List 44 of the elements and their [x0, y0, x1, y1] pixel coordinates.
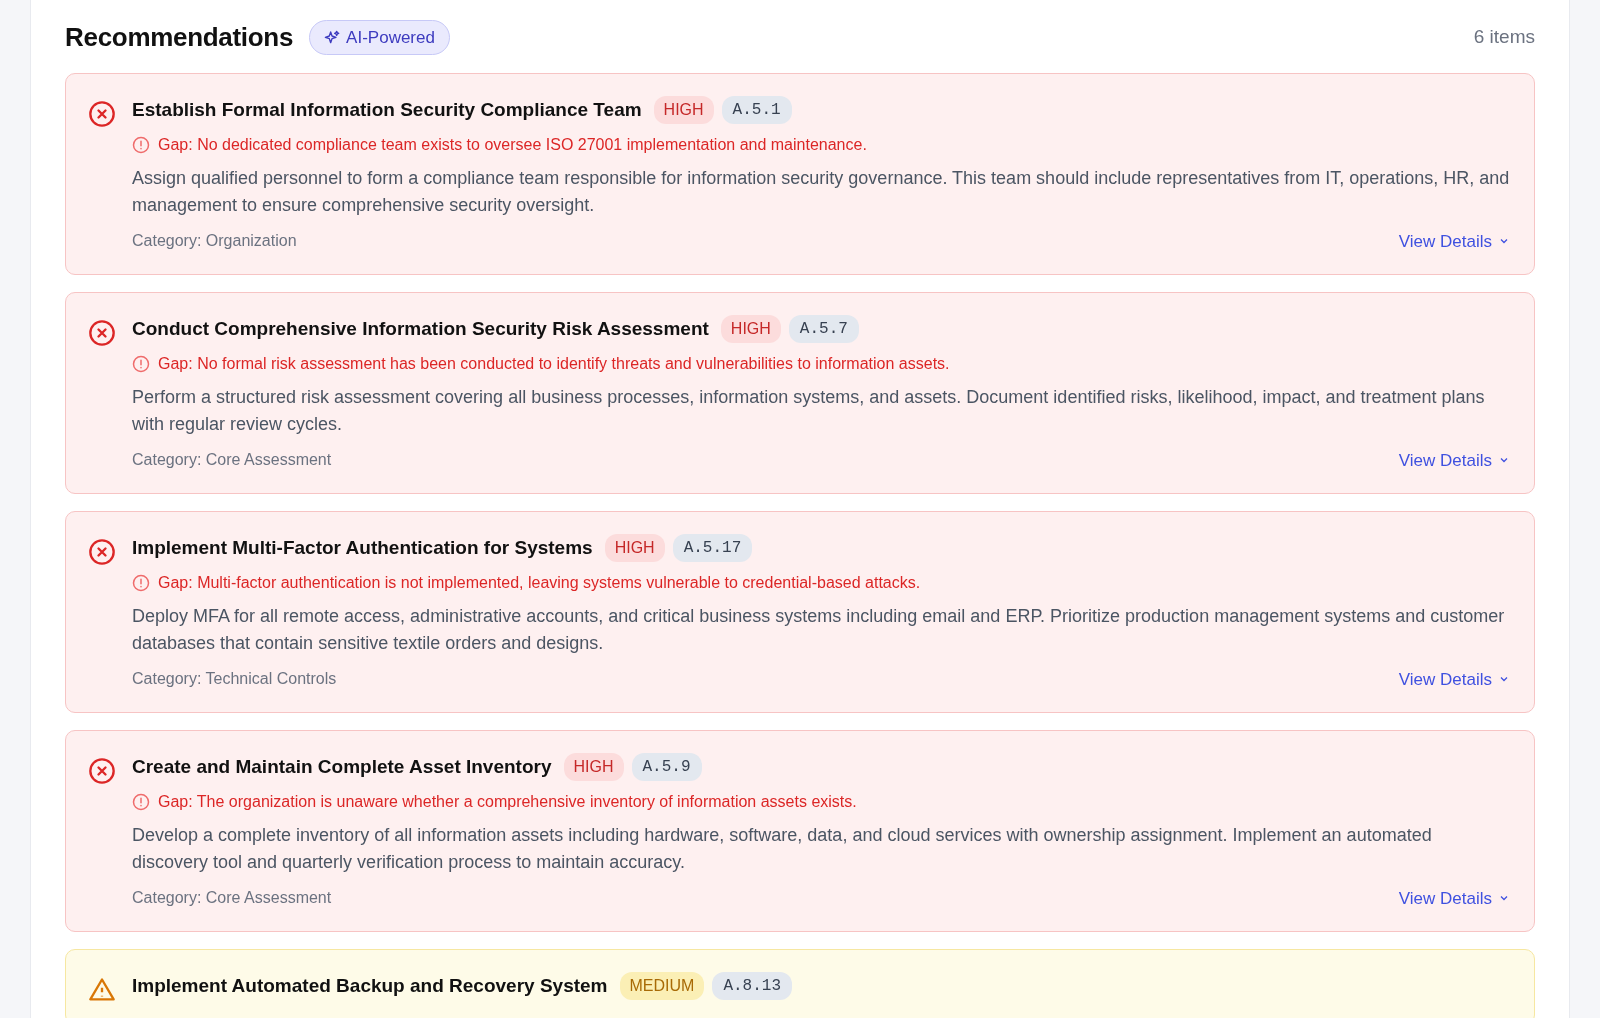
- priority-tag: HIGH: [563, 753, 624, 782]
- recommendation-title: Implement Automated Backup and Recovery System: [132, 974, 608, 998]
- recommendation-title: Implement Multi-Factor Authentication for Systems: [132, 536, 593, 560]
- gap-text: Gap: Multi-factor authentication is not implemented, leaving systems vulnerable to credential-based attacks.: [158, 572, 921, 593]
- view-details-link[interactable]: View Details: [1398, 447, 1510, 473]
- category-text: Category: Core Assessment: [132, 888, 332, 909]
- control-code: A.8.13: [712, 972, 792, 1001]
- x-circle-icon: [88, 757, 116, 785]
- alert-circle-icon: [132, 573, 150, 592]
- category-text: Category: Core Assessment: [132, 450, 332, 471]
- alert-circle-icon: [132, 135, 150, 154]
- gap-text: Gap: No dedicated compliance team exists to oversee ISO 27001 implementation and maintenance.: [158, 134, 867, 155]
- gap-text: Gap: The organization is unaware whether a comprehensive inventory of information assets exists.: [158, 791, 857, 812]
- view-details-link[interactable]: View Details: [1398, 666, 1510, 692]
- description-text: Develop a complete inventory of all information assets including hardware, software, data, and cloud services with ownership assignment. Implement an automated discovery tool and quarterly verification process to maintain accuracy.: [132, 823, 1433, 874]
- recommendation-title: Establish Formal Information Security Compliance Team: [132, 98, 642, 122]
- control-code: A.5.7: [788, 315, 859, 344]
- gap-text: Gap: No formal risk assessment has been conducted to identify threats and vulnerabilities to information assets.: [158, 353, 950, 374]
- priority-tag: HIGH: [653, 96, 714, 125]
- x-circle-icon: [88, 538, 116, 566]
- priority-tag: HIGH: [720, 315, 781, 344]
- view-details-link[interactable]: View Details: [1398, 228, 1510, 254]
- description-text: Deploy MFA for all remote access, administrative accounts, and critical business systems including email and ERP. Prioritize production management systems and customer databases that contain sensitive textile orders and designs.: [132, 604, 1506, 655]
- priority-tag: MEDIUM: [619, 972, 705, 1001]
- recommendation-title: Conduct Comprehensive Information Security Risk Assessment: [132, 317, 709, 341]
- category-text: Category: Technical Controls: [132, 669, 337, 690]
- description-text: Assign qualified personnel to form a compliance team responsible for information security governance. This team should include representatives from IT, operations, HR, and management to ensure comprehensive security oversight.: [132, 166, 1510, 217]
- control-code: A.5.17: [672, 534, 753, 563]
- description-text: Perform a structured risk assessment covering all business processes, information systems, and assets. Document identified risks, likelihood, impact, and treatment plans with regular review cycles.: [132, 385, 1486, 436]
- badge-label: AI-Powered: [346, 26, 435, 49]
- control-code: A.5.1: [721, 96, 792, 125]
- priority-tag: HIGH: [604, 534, 665, 563]
- warning-icon: [88, 976, 116, 1004]
- sparkle-icon: [324, 29, 341, 46]
- recommendation-title: Create and Maintain Complete Asset Inventory: [132, 755, 552, 779]
- category-text: Category: Organization: [132, 231, 297, 252]
- item-count: 6 items: [1473, 25, 1535, 50]
- view-details-link[interactable]: View Details: [1398, 885, 1510, 911]
- x-circle-icon: [88, 100, 116, 128]
- control-code: A.5.9: [631, 753, 702, 782]
- alert-circle-icon: [132, 354, 150, 373]
- x-circle-icon: [88, 319, 116, 347]
- alert-circle-icon: [132, 792, 150, 811]
- section-title: Recommendations: [65, 21, 294, 54]
